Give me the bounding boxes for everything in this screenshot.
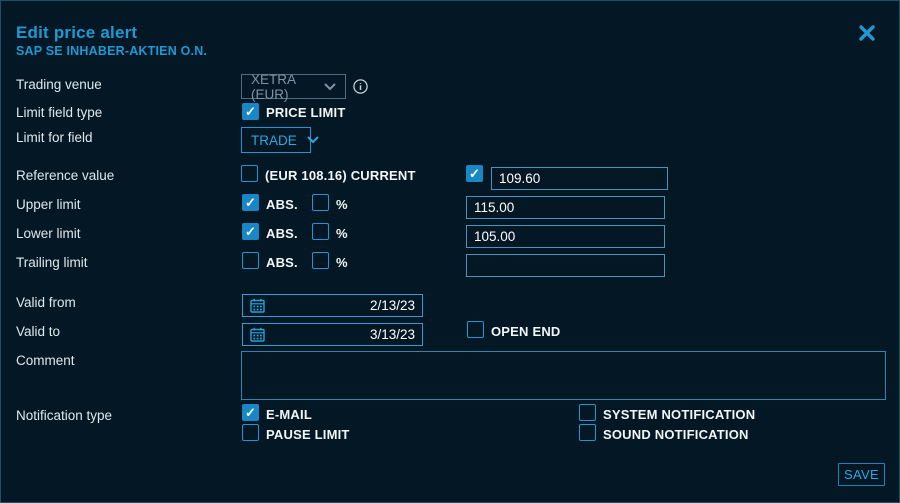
label-comment: Comment [16, 352, 75, 369]
upper-limit-abs-label: ABS. [266, 197, 298, 212]
pause-limit-label: PAUSE LIMIT [266, 427, 350, 442]
limit-for-field-select[interactable]: TRADE [241, 127, 311, 153]
reference-current-checkbox[interactable] [241, 165, 258, 182]
email-checkbox[interactable] [242, 404, 259, 421]
valid-from-datepicker[interactable]: 2/13/23 [242, 294, 423, 317]
open-end-checkbox[interactable] [467, 321, 484, 338]
label-upper-limit: Upper limit [16, 196, 81, 213]
system-notification-label: SYSTEM NOTIFICATION [603, 407, 755, 422]
label-valid-from: Valid from [16, 294, 76, 311]
label-trading-venue: Trading venue [16, 76, 102, 93]
comment-textarea[interactable] [241, 351, 886, 400]
label-lower-limit: Lower limit [16, 225, 81, 242]
chevron-down-icon [324, 83, 336, 91]
lower-limit-pct-label: % [336, 226, 348, 241]
upper-limit-abs-checkbox[interactable] [242, 194, 259, 211]
label-reference-value: Reference value [16, 167, 114, 184]
lower-limit-pct-checkbox[interactable] [312, 223, 329, 240]
valid-to-value: 3/13/23 [370, 327, 415, 342]
trading-venue-value: XETRA (EUR) [251, 72, 314, 102]
trailing-limit-pct-label: % [336, 255, 348, 270]
instrument-name: SAP SE INHABER-AKTIEN O.N. [16, 44, 207, 58]
trailing-limit-abs-label: ABS. [266, 255, 298, 270]
close-button[interactable] [853, 19, 881, 47]
label-trailing-limit: Trailing limit [16, 254, 88, 271]
valid-from-value: 2/13/23 [370, 298, 415, 313]
upper-limit-pct-label: % [336, 197, 348, 212]
calendar-icon [250, 327, 265, 342]
chevron-down-icon [307, 136, 319, 144]
label-notification-type: Notification type [16, 407, 112, 424]
trading-venue-select[interactable]: XETRA (EUR) [241, 74, 346, 99]
save-button[interactable]: SAVE [838, 463, 885, 486]
trailing-limit-input[interactable] [466, 254, 665, 277]
label-limit-field-type: Limit field type [16, 104, 102, 121]
dialog-title: Edit price alert [16, 23, 137, 43]
reference-current-label: (EUR 108.16) CURRENT [265, 168, 416, 183]
reference-value-input[interactable] [491, 167, 668, 190]
upper-limit-input[interactable] [466, 196, 665, 219]
email-label: E-MAIL [266, 407, 312, 422]
open-end-label: OPEN END [491, 324, 561, 339]
lower-limit-input[interactable] [466, 225, 665, 248]
price-limit-checkbox[interactable] [242, 103, 259, 120]
trailing-limit-abs-checkbox[interactable] [242, 252, 259, 269]
info-icon [353, 79, 368, 99]
label-limit-for-field: Limit for field [16, 129, 93, 146]
valid-to-datepicker[interactable]: 3/13/23 [242, 323, 423, 346]
upper-limit-pct-checkbox[interactable] [312, 194, 329, 211]
system-notification-checkbox[interactable] [579, 404, 596, 421]
lower-limit-abs-checkbox[interactable] [242, 223, 259, 240]
price-limit-label: PRICE LIMIT [266, 105, 345, 120]
sound-notification-label: SOUND NOTIFICATION [603, 427, 749, 442]
calendar-icon [250, 298, 265, 313]
close-icon [858, 24, 876, 42]
reference-custom-checkbox[interactable] [466, 165, 483, 182]
trailing-limit-pct-checkbox[interactable] [312, 252, 329, 269]
pause-limit-checkbox[interactable] [242, 424, 259, 441]
label-valid-to: Valid to [16, 323, 60, 340]
edit-price-alert-dialog: Edit price alert SAP SE INHABER-AKTIEN O… [0, 0, 900, 503]
lower-limit-abs-label: ABS. [266, 226, 298, 241]
limit-for-field-value: TRADE [251, 133, 297, 148]
sound-notification-checkbox[interactable] [579, 424, 596, 441]
